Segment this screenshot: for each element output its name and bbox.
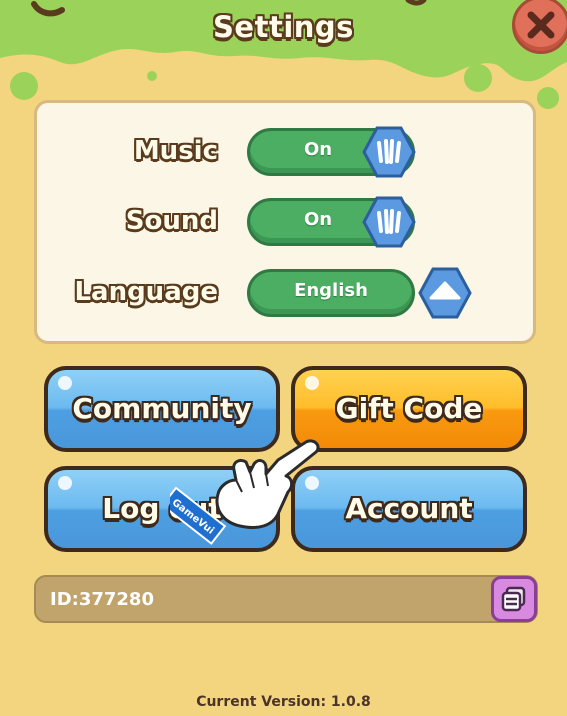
copy-icon	[501, 586, 526, 612]
music-label: Music	[133, 136, 218, 166]
pointing-hand-icon: GameVui	[170, 439, 320, 545]
chevron-up-icon[interactable]	[418, 266, 472, 320]
account-id-text: ID:377280	[50, 589, 154, 610]
sound-toggle-knob-icon[interactable]	[362, 195, 416, 249]
close-button[interactable]	[512, 0, 567, 54]
button-shine	[305, 376, 319, 390]
language-select[interactable]: English	[247, 269, 415, 317]
gift-code-button-label: Gift Code	[335, 392, 483, 425]
page-title: Settings	[213, 10, 354, 44]
sound-label: Sound	[125, 206, 218, 236]
community-button-label: Community	[72, 392, 252, 425]
language-value: English	[294, 280, 368, 301]
button-shine	[58, 376, 72, 390]
language-label: Language	[74, 277, 218, 307]
account-id-bar: ID:377280	[34, 575, 538, 623]
music-toggle-knob-icon[interactable]	[362, 125, 416, 179]
version-text: Current Version: 1.0.8	[196, 694, 371, 710]
close-x-icon	[527, 11, 555, 39]
copy-id-button[interactable]	[491, 576, 537, 622]
button-shine	[58, 476, 72, 490]
